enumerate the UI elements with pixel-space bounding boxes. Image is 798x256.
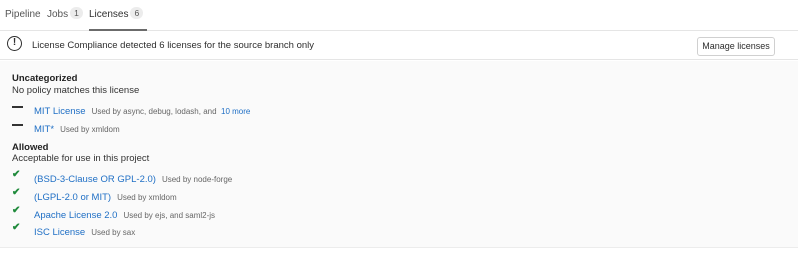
license-used-by: Used by xmldom bbox=[117, 193, 177, 202]
banner-message: License Compliance detected 6 licenses f… bbox=[32, 40, 314, 51]
group-title-allowed: Allowed bbox=[12, 142, 49, 153]
license-list-panel: Uncategorized No policy matches this lic… bbox=[0, 61, 798, 248]
license-row: MIT License Used by async, debug, lodash,… bbox=[0, 100, 798, 117]
license-row: ✔ (BSD-3-Clause OR GPL-2.0) Used by node-… bbox=[0, 168, 798, 185]
license-used-by: Used by sax bbox=[91, 228, 136, 237]
license-name-link[interactable]: (LGPL-2.0 or MIT) bbox=[34, 192, 111, 203]
license-used-by: Used by ejs, and saml2-js bbox=[123, 211, 216, 220]
check-icon: ✔ bbox=[12, 169, 21, 180]
license-compliance-banner: ! License Compliance detected 6 licenses… bbox=[0, 31, 798, 60]
tab-licenses-count-badge: 6 bbox=[130, 7, 144, 19]
group-description-uncategorized: No policy matches this license bbox=[12, 85, 140, 96]
license-used-by: Used by async, debug, lodash, and bbox=[91, 107, 217, 116]
license-name-link[interactable]: MIT License bbox=[34, 106, 86, 117]
license-name-link[interactable]: (BSD-3-Clause OR GPL-2.0) bbox=[34, 174, 156, 185]
tab-jobs-label: Jobs bbox=[47, 9, 69, 20]
manage-licenses-button[interactable]: Manage licenses bbox=[697, 37, 775, 56]
check-icon: ✔ bbox=[12, 205, 21, 216]
license-used-by: Used by node-forge bbox=[161, 175, 233, 184]
tab-licenses[interactable]: Licenses 6 bbox=[89, 0, 147, 31]
license-row: ✔ (LGPL-2.0 or MIT) Used by xmldom bbox=[0, 186, 798, 203]
license-name-link[interactable]: ISC License bbox=[34, 227, 85, 238]
dash-icon bbox=[12, 100, 24, 114]
dash-icon bbox=[12, 118, 24, 132]
exclamation-circle-icon: ! bbox=[7, 36, 22, 51]
tab-pipeline[interactable]: Pipeline bbox=[5, 0, 41, 31]
tab-bar: Pipeline Jobs 1 Licenses 6 bbox=[0, 0, 798, 31]
license-name-link[interactable]: MIT* bbox=[34, 124, 54, 135]
license-row: MIT* Used by xmldom bbox=[0, 118, 798, 135]
check-icon: ✔ bbox=[12, 187, 21, 198]
more-dependencies-link[interactable]: 10 more bbox=[221, 107, 250, 116]
license-row: ✔ ISC License Used by sax bbox=[0, 221, 798, 238]
check-icon: ✔ bbox=[12, 222, 21, 233]
license-used-by: Used by xmldom bbox=[60, 125, 120, 134]
tab-licenses-label: Licenses bbox=[89, 9, 129, 20]
group-title-uncategorized: Uncategorized bbox=[12, 73, 78, 84]
license-row: ✔ Apache License 2.0 Used by ejs, and sam… bbox=[0, 204, 798, 221]
tab-pipeline-label: Pipeline bbox=[5, 9, 41, 20]
tab-jobs[interactable]: Jobs 1 bbox=[47, 0, 83, 31]
group-description-allowed: Acceptable for use in this project bbox=[12, 153, 150, 164]
tab-jobs-count-badge: 1 bbox=[70, 7, 83, 19]
license-name-link[interactable]: Apache License 2.0 bbox=[34, 210, 117, 221]
